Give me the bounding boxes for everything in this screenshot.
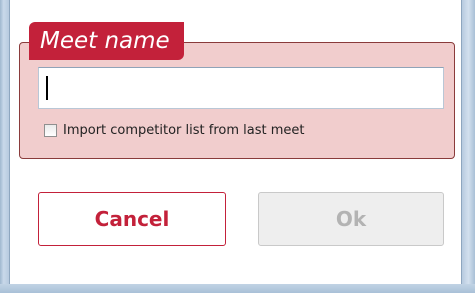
import-competitors-label: Import competitor list from last meet <box>63 122 305 138</box>
cancel-button[interactable]: Cancel <box>38 192 226 246</box>
window-frame-right <box>462 0 475 293</box>
dialog-window: Meet name Import competitor list from la… <box>0 0 475 293</box>
meet-name-input[interactable] <box>38 67 444 109</box>
import-competitors-checkbox[interactable] <box>44 123 57 137</box>
ok-button[interactable]: Ok <box>258 192 444 246</box>
text-caret <box>46 76 48 100</box>
window-frame-left <box>0 0 9 293</box>
meet-name-group-title: Meet name <box>29 22 184 60</box>
window-frame-bottom <box>0 284 475 293</box>
import-competitors-option[interactable]: Import competitor list from last meet <box>44 121 304 139</box>
